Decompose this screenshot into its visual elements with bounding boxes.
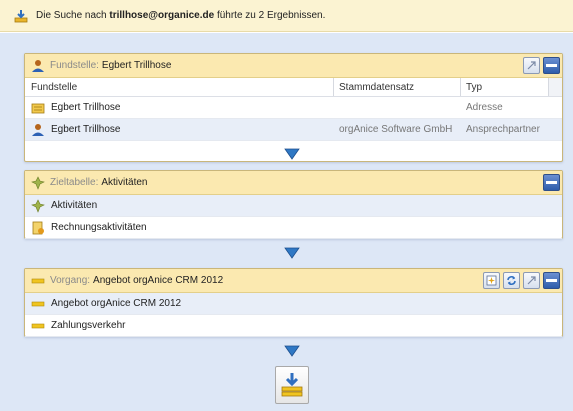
download-icon: [14, 9, 28, 23]
table-row[interactable]: Egbert Trillhose orgAnice Software GmbH …: [25, 119, 562, 141]
zieltabelle-panel: Zieltabelle: Aktivitäten Aktivitäten Rec…: [24, 170, 563, 239]
flow-arrow-icon: [284, 345, 300, 357]
item-label: Angebot orgAnice CRM 2012: [51, 298, 182, 309]
column-header-row: Fundstelle Stammdatensatz Typ: [25, 78, 562, 97]
minus-icon: [546, 181, 557, 184]
activity-icon: [31, 175, 45, 190]
expand-button[interactable]: [523, 272, 540, 289]
list-item[interactable]: Aktivitäten: [25, 195, 562, 217]
item-label: Rechnungsaktivitäten: [51, 222, 147, 233]
header-value: Angebot orgAnice CRM 2012: [93, 275, 224, 286]
minus-icon: [546, 64, 557, 67]
person-icon: [31, 59, 45, 73]
person-icon: [31, 123, 45, 137]
zieltabelle-header: Zieltabelle: Aktivitäten: [25, 171, 562, 195]
search-term: trillhose@organice.de: [109, 10, 215, 21]
table-row[interactable]: Egbert Trillhose Adresse: [25, 97, 562, 119]
header-value: Aktivitäten: [101, 177, 148, 188]
fundstelle-panel: Fundstelle: Egbert Trillhose Fundstelle …: [24, 53, 563, 162]
list-item[interactable]: Rechnungsaktivitäten: [25, 217, 562, 239]
process-icon: [31, 274, 45, 288]
expand-icon: [527, 276, 536, 285]
header-scroll-cap: [548, 78, 562, 96]
row-typ: Ansprechpartner: [466, 124, 540, 135]
import-button[interactable]: [275, 366, 309, 404]
search-result-bar: Die Suche nach trillhose@organice.de füh…: [0, 0, 573, 32]
list-item[interactable]: Angebot orgAnice CRM 2012: [25, 293, 562, 315]
expand-icon: [527, 61, 536, 70]
vorgang-header: Vorgang: Angebot orgAnice CRM 2012: [25, 269, 562, 293]
invoice-activity-icon: [31, 221, 45, 235]
process-icon: [31, 297, 45, 311]
flow-arrow-icon: [284, 247, 300, 259]
row-typ: Adresse: [466, 102, 503, 113]
refresh-button[interactable]: [503, 272, 520, 289]
activity-icon: [31, 198, 45, 213]
address-card-icon: [31, 101, 45, 115]
header-prefix: Zieltabelle:: [50, 177, 99, 188]
collapse-button[interactable]: [543, 57, 560, 74]
item-label: Zahlungsverkehr: [51, 320, 126, 331]
row-stammdatensatz: orgAnice Software GmbH: [339, 124, 453, 135]
collapse-button[interactable]: [543, 272, 560, 289]
item-label: Aktivitäten: [51, 200, 98, 211]
refresh-icon: [507, 276, 516, 285]
list-item[interactable]: Zahlungsverkehr: [25, 315, 562, 337]
expand-button[interactable]: [523, 57, 540, 74]
result-canvas: Fundstelle: Egbert Trillhose Fundstelle …: [0, 33, 573, 411]
column-header-fundstelle[interactable]: Fundstelle: [31, 82, 77, 93]
collapse-button[interactable]: [543, 174, 560, 191]
vorgang-panel: Vorgang: Angebot orgAnice CRM 2012 Angeb…: [24, 268, 563, 337]
header-prefix: Fundstelle:: [50, 60, 99, 71]
flow-arrow-icon: [284, 148, 300, 160]
minus-icon: [546, 279, 557, 282]
column-header-typ[interactable]: Typ: [466, 82, 482, 93]
new-record-button[interactable]: [483, 272, 500, 289]
header-prefix: Vorgang:: [50, 275, 91, 286]
fundstelle-header: Fundstelle: Egbert Trillhose: [25, 54, 562, 78]
header-value: Egbert Trillhose: [101, 60, 172, 71]
process-icon: [31, 319, 45, 333]
new-record-icon: [486, 275, 497, 286]
row-name: Egbert Trillhose: [51, 124, 121, 135]
import-icon: [281, 373, 303, 397]
row-name: Egbert Trillhose: [51, 102, 121, 113]
column-header-stammdatensatz[interactable]: Stammdatensatz: [339, 82, 414, 93]
search-result-message: Die Suche nach trillhose@organice.de füh…: [36, 10, 326, 21]
